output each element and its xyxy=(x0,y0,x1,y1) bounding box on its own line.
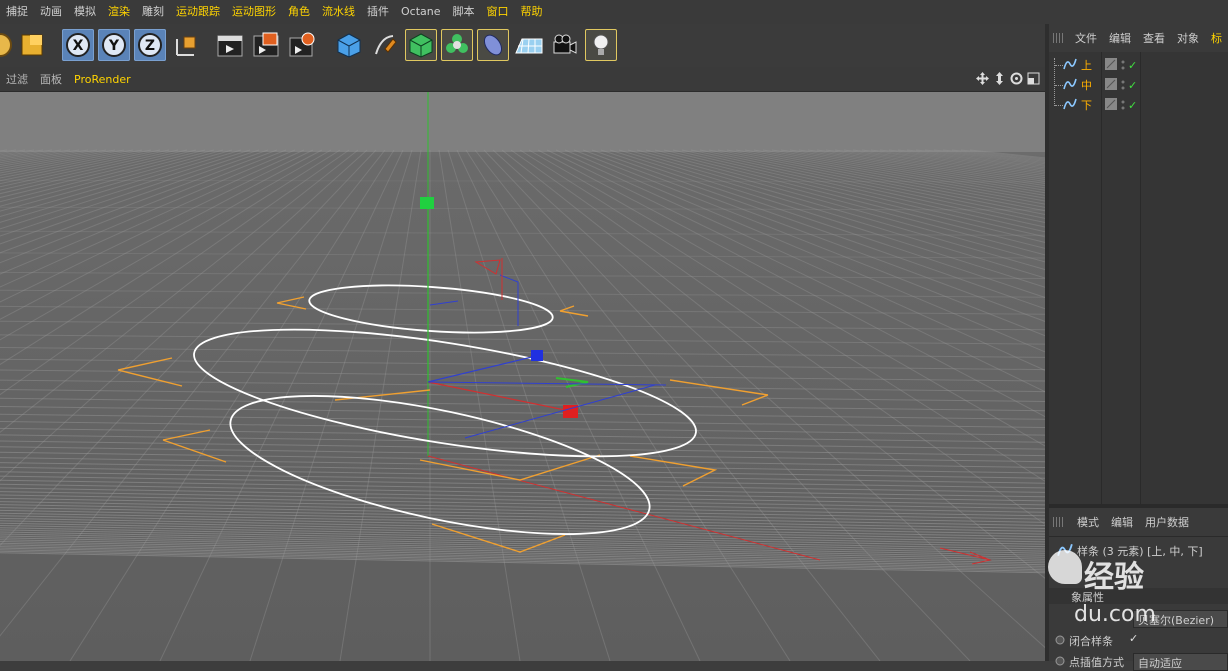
render-settings-icon[interactable] xyxy=(286,29,318,61)
render-view-icon[interactable] xyxy=(214,29,246,61)
menu-item[interactable]: 动画 xyxy=(34,0,68,24)
model-mode-icon[interactable] xyxy=(16,29,48,61)
menu-item[interactable]: 窗口 xyxy=(481,0,515,24)
enabled-check-icon[interactable]: ✓ xyxy=(1128,99,1137,112)
axis-x-lock-button[interactable]: X xyxy=(62,29,94,61)
viewport-menu-filter[interactable]: 过滤 xyxy=(0,71,34,87)
object-name[interactable]: 中 xyxy=(1081,77,1095,93)
interpolation-label: 点插值方式 xyxy=(1069,656,1124,669)
menu-item[interactable]: 运动图形 xyxy=(226,0,282,24)
interp-radio-icon[interactable] xyxy=(1055,656,1065,669)
visibility-dots-icon[interactable] xyxy=(1121,60,1125,70)
spline-type-dropdown[interactable]: 贝塞尔(Bezier) xyxy=(1133,610,1228,628)
closed-spline-label: 闭合样条 xyxy=(1069,635,1113,648)
object-row-bottom[interactable]: 下 ✓ xyxy=(1049,95,1228,115)
attribute-manager-tabs: 模式 编辑 用户数据 xyxy=(1049,508,1228,537)
visibility-dots-icon[interactable] xyxy=(1121,80,1125,90)
tab-view[interactable]: 查看 xyxy=(1137,30,1171,46)
menu-bar: 捕捉 动画 模拟 渲染 雕刻 运动跟踪 运动图形 角色 流水线 插件 Octane 脚本 窗口 帮助 xyxy=(0,0,1228,24)
main-toolbar: X Y Z xyxy=(0,24,1045,67)
tab-file[interactable]: 文件 xyxy=(1069,30,1103,46)
tab-edit[interactable]: 编辑 xyxy=(1103,30,1137,46)
menu-item[interactable]: 插件 xyxy=(361,0,395,24)
tab-objects[interactable]: 对象 xyxy=(1171,30,1205,46)
axis-z-label: Z xyxy=(145,38,155,54)
dolly-view-icon[interactable] xyxy=(992,71,1007,86)
attribute-manager: 模式 编辑 用户数据 样条 (3 元素) [上, 中, 下] 象属性 贝塞尔(B… xyxy=(1049,508,1228,671)
maximize-view-icon[interactable] xyxy=(1026,71,1041,86)
object-name[interactable]: 下 xyxy=(1081,97,1095,113)
light-icon[interactable] xyxy=(585,29,617,61)
object-name[interactable]: 上 xyxy=(1081,57,1095,73)
3d-viewport[interactable] xyxy=(0,92,1045,661)
cube-primitive-icon[interactable] xyxy=(333,29,365,61)
camera-icon[interactable] xyxy=(549,29,581,61)
axis-z-lock-button[interactable]: Z xyxy=(134,29,166,61)
layer-toggle-icon[interactable] xyxy=(1105,57,1117,73)
menu-item[interactable]: 帮助 xyxy=(515,0,549,24)
render-picture-viewer-icon[interactable] xyxy=(250,29,282,61)
closed-radio-icon[interactable] xyxy=(1055,635,1065,648)
layer-toggle-icon[interactable] xyxy=(1105,97,1117,113)
selection-summary: 样条 (3 元素) [上, 中, 下] xyxy=(1077,545,1203,558)
spline-object-icon xyxy=(1057,542,1073,561)
menu-item[interactable]: 捕捉 xyxy=(0,0,34,24)
axis-x-label: X xyxy=(73,38,84,54)
menu-item[interactable]: 角色 xyxy=(282,0,316,24)
cloner-icon[interactable] xyxy=(441,29,473,61)
menu-item[interactable]: Octane xyxy=(395,0,447,24)
tab-user-data[interactable]: 用户数据 xyxy=(1139,514,1195,530)
deformer-icon[interactable] xyxy=(477,29,509,61)
spline-type-value: 贝塞尔(Bezier) xyxy=(1138,614,1215,627)
coordinate-system-icon[interactable] xyxy=(170,29,202,61)
gizmo-y-handle[interactable] xyxy=(420,197,434,209)
axis-y-lock-button[interactable]: Y xyxy=(98,29,130,61)
enabled-check-icon[interactable]: ✓ xyxy=(1128,59,1137,72)
panel-grip-icon[interactable] xyxy=(1053,517,1065,527)
layer-toggle-icon[interactable] xyxy=(1105,77,1117,93)
enabled-check-icon[interactable]: ✓ xyxy=(1128,79,1137,92)
floor-icon[interactable] xyxy=(513,29,545,61)
menu-item[interactable]: 流水线 xyxy=(316,0,361,24)
move-view-icon[interactable] xyxy=(975,71,990,86)
closed-spline-checkbox[interactable]: ✓ xyxy=(1129,632,1138,645)
viewport-menu-prorender[interactable]: ProRender xyxy=(68,73,137,86)
menu-item[interactable]: 渲染 xyxy=(102,0,136,24)
spline-object-icon xyxy=(1063,77,1077,94)
live-select-icon[interactable] xyxy=(0,29,16,61)
axis-y-label: Y xyxy=(108,38,120,54)
tab-edit[interactable]: 编辑 xyxy=(1105,514,1139,530)
object-row-middle[interactable]: 中 ✓ xyxy=(1049,75,1228,95)
object-row-top[interactable]: 上 ✓ xyxy=(1049,55,1228,75)
pen-spline-icon[interactable] xyxy=(369,29,401,61)
spline-object-icon xyxy=(1063,57,1077,74)
interpolation-dropdown[interactable]: 自动适应 xyxy=(1133,653,1228,671)
tab-mode[interactable]: 模式 xyxy=(1071,514,1105,530)
subdivision-icon[interactable] xyxy=(405,29,437,61)
sky-area xyxy=(0,92,1045,152)
visibility-dots-icon[interactable] xyxy=(1121,100,1125,110)
menu-item[interactable]: 脚本 xyxy=(447,0,481,24)
menu-item[interactable]: 运动跟踪 xyxy=(170,0,226,24)
object-manager-tabs: 文件 编辑 查看 对象 标 xyxy=(1049,24,1228,53)
viewport-menu-panel[interactable]: 面板 xyxy=(34,71,68,87)
menu-item[interactable]: 雕刻 xyxy=(136,0,170,24)
section-title: 象属性 xyxy=(1071,591,1104,604)
gizmo-z-handle[interactable] xyxy=(531,350,543,361)
tab-tags[interactable]: 标 xyxy=(1205,30,1228,46)
section-header: 象属性 xyxy=(1049,588,1228,604)
spline-object-icon xyxy=(1063,97,1077,114)
interpolation-value: 自动适应 xyxy=(1138,657,1182,670)
rotate-view-icon[interactable] xyxy=(1009,71,1024,86)
object-manager: 文件 编辑 查看 对象 标 上 ✓ 中 ✓ 下 ✓ xyxy=(1049,24,1228,504)
panel-grip-icon[interactable] xyxy=(1053,33,1063,43)
viewport-menu-bar: 过滤 面板 ProRender xyxy=(0,67,1045,92)
menu-item[interactable]: 模拟 xyxy=(68,0,102,24)
